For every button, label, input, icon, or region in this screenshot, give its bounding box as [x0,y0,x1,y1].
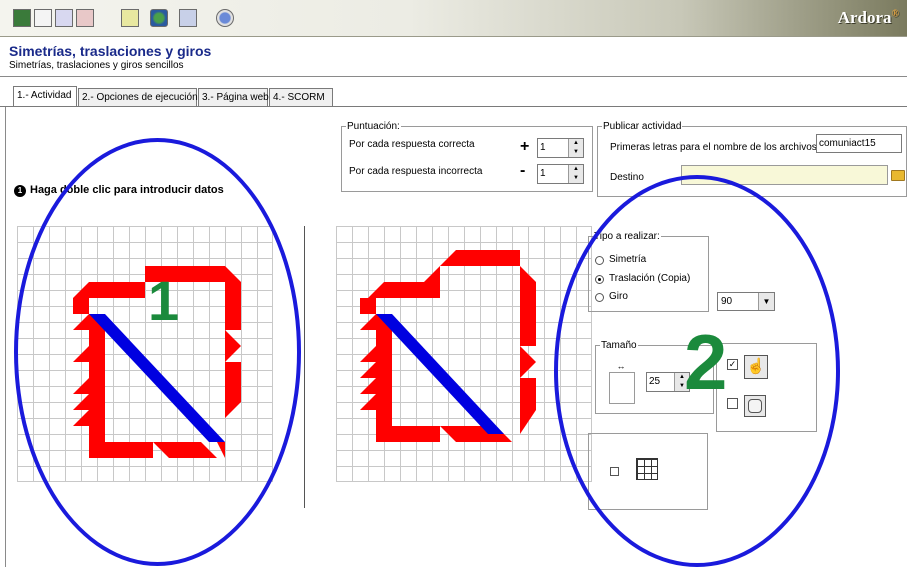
width-arrow-icon: ↔ [616,361,626,371]
incorrect-value: 1 [540,168,546,179]
minus-sign: - [520,162,526,179]
tab-divider [0,106,907,107]
option-simetria[interactable]: Simetría [609,254,646,265]
tamano-legend: Tamaño [601,340,637,351]
option-traslacion[interactable]: Traslación (Copia) [609,273,690,284]
target-grid[interactable] [336,226,592,482]
angle-value: 90 [721,296,733,307]
annotation-number-2: 2 [684,318,728,406]
radio-simetria[interactable] [595,256,604,265]
grid-separator [304,226,305,508]
rounded-button-icon[interactable] [744,395,766,417]
target-figure [360,250,536,442]
rounded-checkbox[interactable] [727,398,738,409]
incorrect-label: Por cada respuesta incorrecta [349,166,483,177]
page-subtitle: Simetrías, traslaciones y giros sencillo… [9,60,184,71]
publicar-legend: Publicar actividad [603,121,682,132]
exit-icon[interactable] [13,9,31,27]
correct-value: 1 [540,142,546,153]
divider [0,76,907,77]
help-icon[interactable] [216,9,234,27]
info-bullet-icon: 1 [14,185,26,197]
destino-label: Destino [610,172,644,183]
open-document-icon[interactable] [55,9,73,27]
tab-actividad[interactable]: 1.- Actividad [13,86,77,107]
tab-pagina-web[interactable]: 3.- Página web [198,88,269,106]
correct-stepper[interactable]: 1 ▲ ▼ [537,138,584,158]
puntuacion-legend: Puntuación: [347,121,400,132]
preview-icon[interactable] [121,9,139,27]
annotation-number-1: 1 [148,269,180,332]
correct-label: Por cada respuesta correcta [349,139,475,150]
toolbar: Ardora® [0,0,907,37]
new-document-icon[interactable] [34,9,52,27]
page-title: Simetrías, traslaciones y giros [9,43,212,59]
chevron-down-icon[interactable]: ▼ [758,293,774,310]
tipo-group: Tipo a realizar: [588,231,709,312]
size-value: 25 [649,376,661,387]
radio-traslacion[interactable] [595,275,604,284]
panel-edge [5,107,6,567]
save-document-icon[interactable] [76,9,94,27]
prefix-input[interactable]: comuniact15 [816,134,902,153]
plus-sign: + [520,138,530,155]
source-grid[interactable] [17,226,273,482]
hand-pointer-icon[interactable]: ☝ [744,355,768,379]
destino-input[interactable] [681,165,888,185]
spin-arrows-icon[interactable]: ▲ ▼ [568,139,583,157]
tab-scorm[interactable]: 4.- SCORM [269,88,333,106]
grid-icon [636,458,658,480]
folder-icon[interactable] [891,170,905,181]
radio-giro[interactable] [595,293,604,302]
spin-arrows-icon[interactable]: ▲ ▼ [568,165,583,183]
instruction-text: Haga doble clic para introducir datos [30,184,224,196]
hand-checkbox[interactable]: ✓ [727,359,738,370]
prefix-label: Primeras letras para el nombre de los ar… [610,142,817,153]
option-giro[interactable]: Giro [609,291,628,302]
app-brand: Ardora® [837,8,899,27]
tipo-legend: Tipo a realizar: [594,231,660,242]
publicar-group: Publicar actividad [597,121,907,197]
angle-select[interactable]: 90 ▼ [717,292,775,311]
globe-icon[interactable] [150,9,168,27]
source-figure [73,266,241,458]
size-preview [609,372,635,404]
tab-opciones-ejecucion[interactable]: 2.- Opciones de ejecución [78,88,198,106]
incorrect-stepper[interactable]: 1 ▲ ▼ [537,164,584,184]
grid-checkbox[interactable] [610,467,619,476]
window-icon[interactable] [179,9,197,27]
